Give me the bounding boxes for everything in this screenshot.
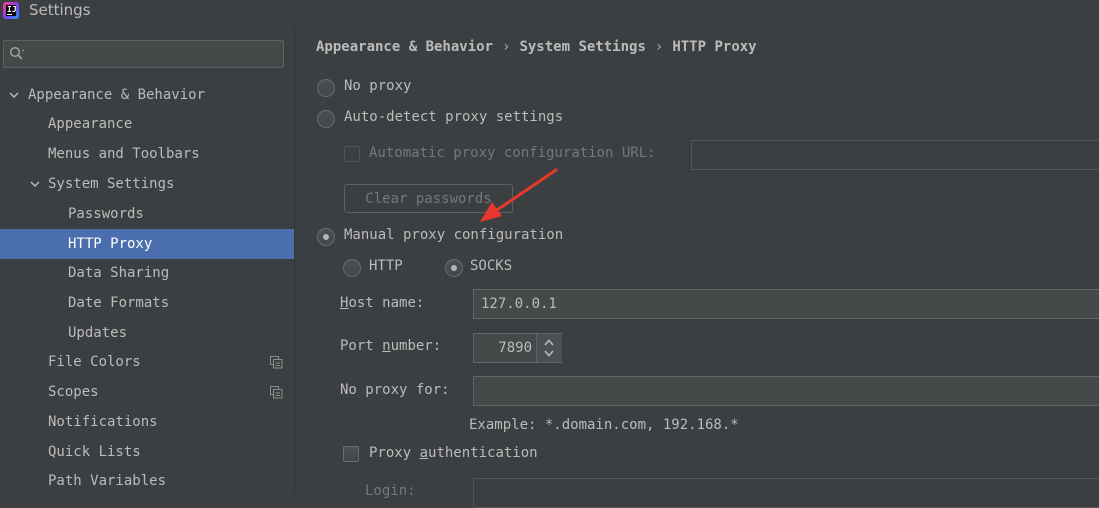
sidebar-item-label: HTTP Proxy <box>68 236 153 252</box>
sidebar-item-date-formats[interactable]: Date Formats <box>0 288 294 318</box>
sidebar-item-label: Notifications <box>48 414 158 430</box>
sidebar-item-scopes[interactable]: Scopes <box>0 377 294 407</box>
proxy-authentication-label[interactable]: Proxy authentication <box>369 445 538 461</box>
host-name-input[interactable] <box>473 289 1099 319</box>
breadcrumb: Appearance & Behavior › System Settings › HT… <box>316 39 757 55</box>
manual-proxy-radio[interactable] <box>317 228 335 246</box>
no-proxy-radio[interactable] <box>317 79 335 97</box>
sidebar-item-label: Updates <box>68 325 128 341</box>
http-proxy-panel: Appearance & Behavior › System Settings › HT… <box>295 28 1099 508</box>
http-label[interactable]: HTTP <box>369 258 403 274</box>
breadcrumb-separator: › <box>502 39 511 55</box>
settings-sidebar: Appearance & Behavior Appearance Menus a… <box>0 28 294 492</box>
sidebar-item-quick-lists[interactable]: Quick Lists <box>0 437 294 467</box>
arrow-up-icon[interactable] <box>544 339 554 346</box>
copy-icon <box>270 386 283 399</box>
title-bar: IJ Settings <box>0 0 1099 28</box>
annotation-arrow-icon <box>480 168 558 222</box>
chevron-down-icon[interactable] <box>8 89 20 101</box>
sidebar-item-system-settings[interactable]: System Settings <box>0 169 294 199</box>
auto-detect-radio[interactable] <box>317 110 335 128</box>
auto-config-url-label: Automatic proxy configuration URL: <box>369 145 656 161</box>
proxy-authentication-checkbox[interactable] <box>343 446 359 462</box>
port-number-label: Port number: <box>340 338 442 354</box>
breadcrumb-item[interactable]: System Settings <box>519 39 645 55</box>
intellij-logo-icon: IJ <box>3 2 19 19</box>
breadcrumb-item[interactable]: Appearance & Behavior <box>316 39 493 55</box>
sidebar-item-label: Appearance <box>48 116 133 132</box>
sidebar-item-http-proxy[interactable]: HTTP Proxy <box>0 229 294 259</box>
socks-radio[interactable] <box>445 259 463 277</box>
socks-label[interactable]: SOCKS <box>470 258 512 274</box>
sidebar-item-passwords[interactable]: Passwords <box>0 199 294 229</box>
auto-config-url-input[interactable] <box>691 140 1099 170</box>
host-name-label: Host name: <box>340 295 425 311</box>
sidebar-item-label: Menus and Toolbars <box>48 146 200 162</box>
sidebar-item-updates[interactable]: Updates <box>0 318 294 348</box>
chevron-down-icon[interactable] <box>29 178 41 190</box>
no-proxy-example-hint: Example: *.domain.com, 192.168.* <box>469 417 739 433</box>
auto-config-url-checkbox[interactable] <box>344 146 360 162</box>
port-number-input[interactable] <box>474 334 536 362</box>
sidebar-item-label: Passwords <box>68 206 144 222</box>
sidebar-item-label: Date Formats <box>68 295 170 311</box>
no-proxy-label[interactable]: No proxy <box>344 78 411 94</box>
sidebar-item-appearance[interactable]: Appearance <box>0 109 294 139</box>
sidebar-item-data-sharing[interactable]: Data Sharing <box>0 258 294 288</box>
sidebar-item-menus-toolbars[interactable]: Menus and Toolbars <box>0 139 294 169</box>
sidebar-item-label: Data Sharing <box>68 265 170 281</box>
login-label: Login: <box>365 483 416 499</box>
arrow-down-icon[interactable] <box>544 350 554 357</box>
search-input[interactable] <box>32 44 277 64</box>
sidebar-item-label: File Colors <box>48 354 141 370</box>
sidebar-item-notifications[interactable]: Notifications <box>0 407 294 437</box>
login-input[interactable] <box>473 478 1099 508</box>
no-proxy-for-input[interactable] <box>473 376 1099 406</box>
breadcrumb-separator: › <box>654 39 664 55</box>
port-number-spinner[interactable] <box>473 333 562 363</box>
auto-detect-label[interactable]: Auto-detect proxy settings <box>344 109 563 125</box>
search-icon[interactable] <box>9 46 25 62</box>
search-box[interactable] <box>3 40 284 68</box>
sidebar-item-appearance-behavior[interactable]: Appearance & Behavior <box>0 80 294 110</box>
sidebar-item-label: Quick Lists <box>48 444 141 460</box>
http-radio[interactable] <box>343 259 361 277</box>
sidebar-item-label: System Settings <box>48 176 175 192</box>
window-title: Settings <box>29 1 91 19</box>
copy-icon <box>270 356 283 369</box>
no-proxy-for-label: No proxy for: <box>340 382 450 398</box>
sidebar-item-label: Scopes <box>48 384 99 400</box>
sidebar-item-file-colors[interactable]: File Colors <box>0 347 294 377</box>
sidebar-item-label: Appearance & Behavior <box>28 87 206 103</box>
port-stepper[interactable] <box>536 334 562 362</box>
breadcrumb-item: HTTP Proxy <box>672 39 757 55</box>
